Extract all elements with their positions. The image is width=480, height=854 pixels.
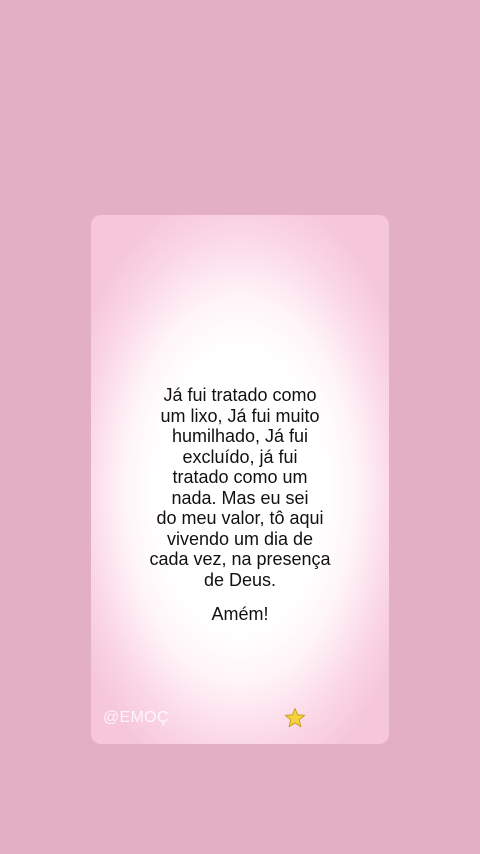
author-handle: @EMOÇ [103,709,169,726]
amen-text: Amém! [211,604,269,624]
quote-card: Já fui tratado como um lixo, Já fui muit… [91,215,389,744]
star-icon [284,707,306,728]
quote-text: Já fui tratado como um lixo, Já fui muit… [149,385,331,590]
